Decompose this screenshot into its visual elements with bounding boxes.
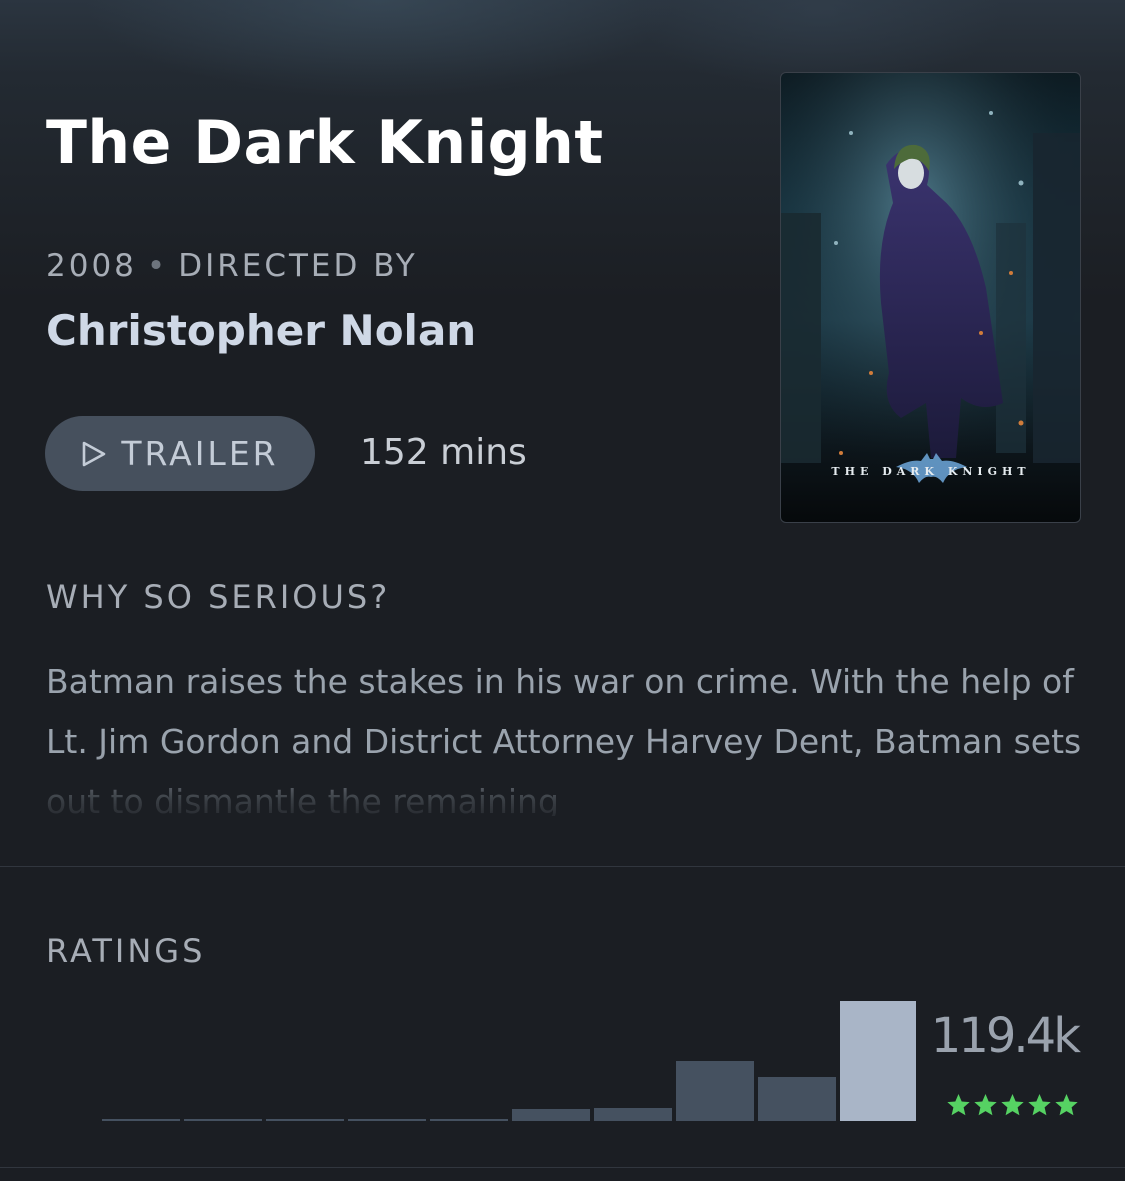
- director-name[interactable]: Christopher Nolan: [46, 306, 476, 355]
- film-meta: 2008 • DIRECTED BY: [46, 248, 418, 284]
- star-icon: [947, 1093, 970, 1116]
- ratings-histogram[interactable]: [102, 990, 916, 1121]
- play-icon: [83, 441, 106, 466]
- directed-by-label: DIRECTED BY: [178, 248, 418, 284]
- rating-bar-6[interactable]: [512, 1109, 590, 1121]
- film-detail-page: The Dark Knight 2008 • DIRECTED BY Christo…: [0, 0, 1125, 1181]
- rating-bar-5[interactable]: [430, 1119, 508, 1121]
- section-divider: [0, 866, 1125, 867]
- tagline: WHY SO SERIOUS?: [46, 578, 391, 616]
- section-divider-bottom: [0, 1167, 1125, 1168]
- film-title: The Dark Knight: [46, 108, 604, 178]
- star-rating: [946, 1093, 1079, 1118]
- star-icon: [974, 1093, 997, 1116]
- building-left: [781, 213, 821, 463]
- rating-bar-7[interactable]: [594, 1108, 672, 1121]
- rating-bar-2[interactable]: [184, 1119, 262, 1121]
- film-poster[interactable]: THE DARK KNIGHT: [780, 72, 1081, 523]
- poster-artwork: THE DARK KNIGHT: [781, 73, 1080, 522]
- ratings-heading: RATINGS: [46, 932, 206, 970]
- rating-bar-8[interactable]: [676, 1061, 754, 1121]
- separator-dot: •: [146, 248, 169, 284]
- star-icon: [1055, 1093, 1078, 1116]
- building-right: [1033, 133, 1080, 463]
- release-year[interactable]: 2008: [46, 248, 137, 284]
- rating-count[interactable]: 119.4k: [931, 1008, 1081, 1064]
- runtime: 152 mins: [360, 432, 527, 473]
- rating-bar-10[interactable]: [840, 1001, 916, 1121]
- synopsis[interactable]: Batman raises the stakes in his war on c…: [46, 652, 1086, 816]
- rating-bar-9[interactable]: [758, 1077, 836, 1121]
- poster-caption: THE DARK KNIGHT: [831, 465, 1030, 478]
- rating-bar-4[interactable]: [348, 1119, 426, 1121]
- star-icon: [1028, 1093, 1051, 1116]
- star-icon: [1001, 1093, 1024, 1116]
- building-right-far: [996, 223, 1026, 453]
- trailer-button[interactable]: TRAILER: [45, 416, 315, 491]
- trailer-button-label: TRAILER: [121, 434, 279, 473]
- rating-bar-3[interactable]: [266, 1119, 344, 1121]
- rating-bar-1[interactable]: [102, 1119, 180, 1121]
